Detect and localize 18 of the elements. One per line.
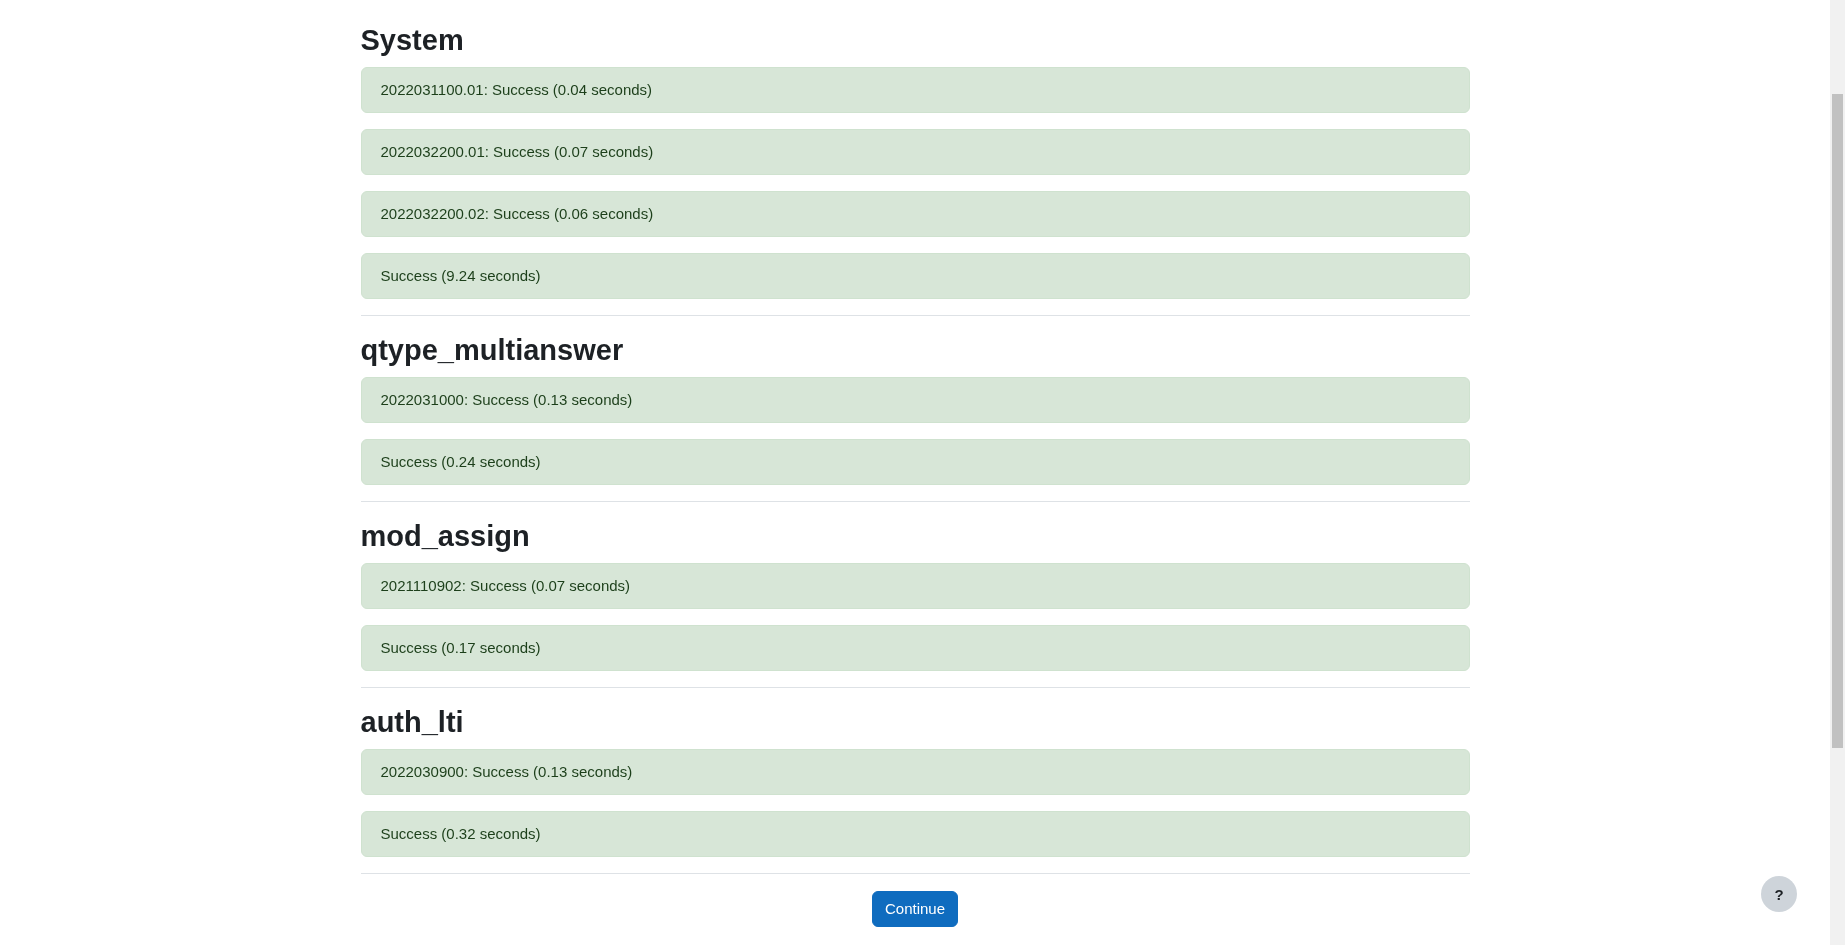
success-message: Success (0.24 seconds)	[360, 439, 1470, 485]
section-heading: qtype_multianswer	[360, 333, 625, 367]
success-message: 2021110902: Success (0.07 seconds)	[360, 563, 1470, 609]
continue-button[interactable]: Continue	[871, 891, 958, 927]
section-heading: auth_lti	[360, 705, 465, 739]
scrollbar-thumb[interactable]	[1832, 94, 1843, 748]
success-message: 2022031100.01: Success (0.04 seconds)	[360, 67, 1470, 113]
success-message: 2022031000: Success (0.13 seconds)	[360, 377, 1470, 423]
success-message: Success (0.32 seconds)	[360, 811, 1470, 857]
success-message: 2022032200.02: Success (0.06 seconds)	[360, 191, 1470, 237]
section-heading: mod_assign	[360, 519, 531, 553]
scrollbar[interactable]	[1830, 0, 1845, 945]
success-message: Success (0.17 seconds)	[360, 625, 1470, 671]
section-heading: System	[360, 23, 465, 57]
success-message: 2022030900: Success (0.13 seconds)	[360, 749, 1470, 795]
success-message: 2022032200.01: Success (0.07 seconds)	[360, 129, 1470, 175]
help-button[interactable]: ?	[1761, 876, 1797, 912]
success-message: Success (9.24 seconds)	[360, 253, 1470, 299]
